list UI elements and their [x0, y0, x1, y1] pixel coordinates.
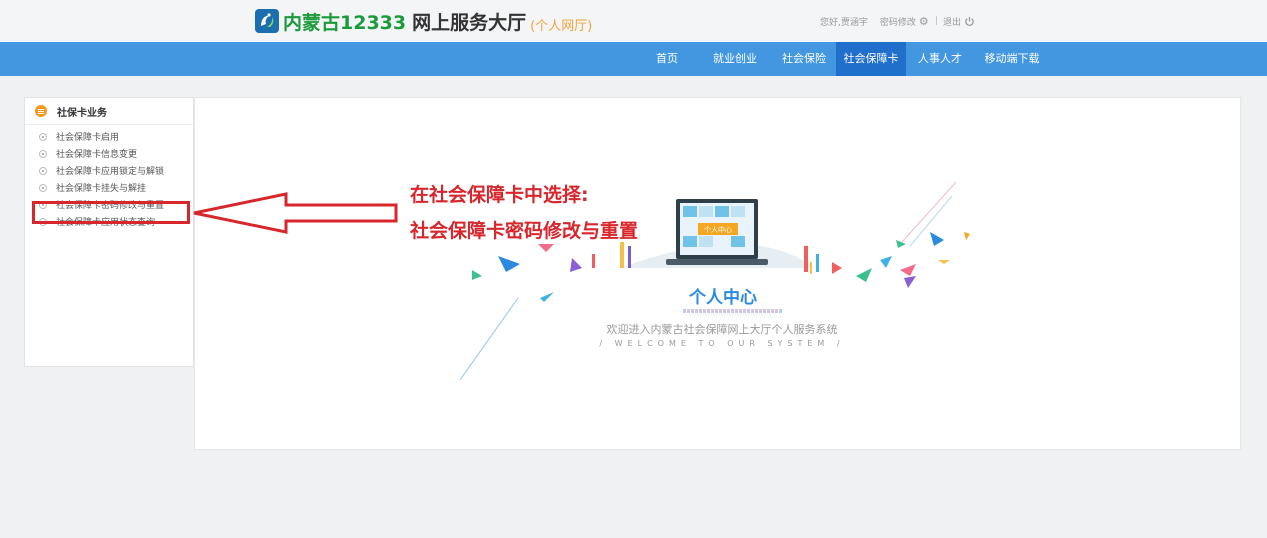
- sidebar-item-label: 社会保障卡启用: [56, 133, 120, 143]
- annotation-line-2: 社会保障卡密码修改与重置: [410, 220, 639, 242]
- logout-label: 退出: [942, 17, 961, 28]
- sidebar-item-report-loss[interactable]: 社会保障卡挂失与解挂: [25, 179, 193, 196]
- password-change-label: 密码修改: [879, 17, 916, 28]
- sidebar-item-label: 社会保障卡信息变更: [56, 150, 138, 160]
- highlight-box: [32, 201, 190, 224]
- logout-link[interactable]: 退出: [943, 15, 975, 28]
- arrow-left-icon: [193, 192, 398, 234]
- welcome-subtitle-cn: 欢迎进入内蒙古社会保障网上大厅个人服务系统: [606, 323, 838, 336]
- sidebar-header: 社保卡业务: [25, 98, 193, 125]
- logo-icon: [255, 9, 279, 33]
- welcome-title: 个人中心: [689, 288, 757, 308]
- list-icon: [35, 105, 47, 117]
- sidebar-item-info-change[interactable]: 社会保障卡信息变更: [25, 145, 193, 162]
- sidebar-item-card-activation[interactable]: 社会保障卡启用: [25, 128, 193, 145]
- laptop-label: 个人中心: [704, 225, 732, 234]
- nav-item-hr-talent[interactable]: 人事人才: [909, 42, 971, 76]
- nav-item-social-insurance[interactable]: 社会保险: [773, 42, 835, 76]
- radio-icon: [39, 132, 47, 141]
- site-name: 内蒙古12333: [283, 11, 407, 34]
- annotation-line-1: 在社会保障卡中选择:: [410, 184, 589, 206]
- nav-item-mobile-download[interactable]: 移动端下载: [975, 42, 1049, 76]
- site-title: 网上服务大厅: [412, 11, 527, 34]
- sidebar-title: 社保卡业务: [57, 107, 107, 119]
- user-greeting: 您好,贾涵宇: [820, 17, 868, 28]
- site-logo[interactable]: 内蒙古12333 网上服务大厅 (个人网厅): [255, 7, 592, 35]
- sidebar: 社保卡业务 社会保障卡启用 社会保障卡信息变更 社会保障卡应用锁定与解锁 社会保…: [24, 97, 194, 367]
- radio-icon: [39, 166, 47, 175]
- sidebar-item-label: 社会保障卡挂失与解挂: [56, 184, 147, 194]
- power-icon: [965, 16, 974, 26]
- user-toolbar: 您好,贾涵宇 密码修改 ⚙ | 退出: [820, 13, 975, 29]
- nav-item-home[interactable]: 首页: [645, 42, 689, 76]
- nav-item-employment[interactable]: 就业创业: [704, 42, 766, 76]
- toolbar-divider: |: [934, 16, 938, 26]
- password-change-link[interactable]: 密码修改 ⚙: [880, 15, 930, 28]
- header: 内蒙古12333 网上服务大厅 (个人网厅) 您好,贾涵宇 密码修改 ⚙ | 退…: [0, 0, 1267, 42]
- radio-icon: [39, 149, 47, 158]
- gear-icon: ⚙: [918, 14, 929, 28]
- sidebar-item-lock-unlock[interactable]: 社会保障卡应用锁定与解锁: [25, 162, 193, 179]
- welcome-subtitle-en: / WELCOME TO OUR SYSTEM /: [599, 339, 845, 348]
- site-subtitle: (个人网厅): [530, 18, 593, 34]
- nav-item-social-security-card[interactable]: 社会保障卡: [836, 42, 906, 76]
- radio-icon: [39, 183, 47, 192]
- welcome-divider: [683, 309, 783, 313]
- sidebar-item-label: 社会保障卡应用锁定与解锁: [56, 167, 165, 177]
- main-nav: 首页 就业创业 社会保险 社会保障卡 人事人才 移动端下载: [0, 42, 1267, 76]
